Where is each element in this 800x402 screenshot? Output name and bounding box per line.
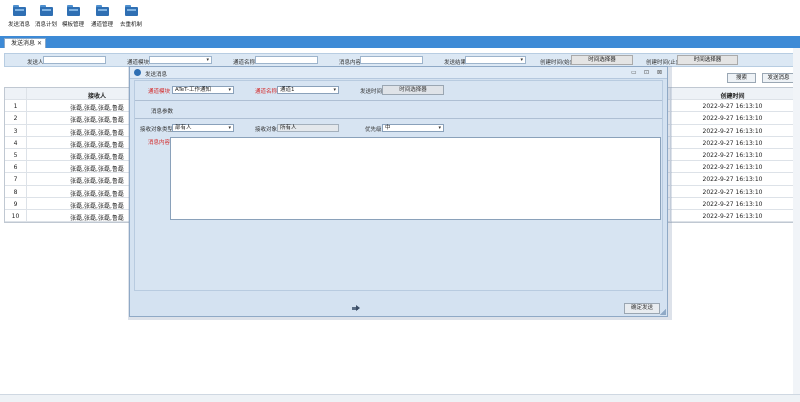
created-from-label: 创建时间(始) bbox=[540, 60, 572, 66]
dialog-title-bar[interactable]: 发送消息 ▭ ⊡ ⊠ bbox=[130, 67, 667, 79]
folder-icon bbox=[12, 5, 26, 16]
created-to-picker[interactable]: 时间选择器 bbox=[677, 55, 738, 65]
row-time: 2022-9-27 16:13:10 bbox=[702, 164, 763, 172]
priority-value: 中 bbox=[385, 125, 391, 131]
row-time: 2022-9-27 16:13:10 bbox=[702, 151, 763, 159]
channel-name-label: 通道名称 bbox=[233, 60, 256, 66]
vertical-scrollbar[interactable] bbox=[793, 48, 800, 394]
channel-module-label: 通道模块 bbox=[127, 60, 150, 66]
priority-label: 优先级 bbox=[365, 127, 382, 133]
row-index: 2 bbox=[13, 115, 18, 123]
receiver-field[interactable]: 所有人 bbox=[277, 124, 339, 132]
receiver-value: 所有人 bbox=[280, 125, 297, 131]
row-index: 4 bbox=[13, 139, 18, 147]
channel-module-select[interactable]: ▾ bbox=[149, 56, 212, 64]
filter-bar: 发送人 通道模块 ▾ 通道名称 消息内容 发送结果 ▾ 创建时间(始) 时间选择… bbox=[4, 53, 795, 67]
row-time: 2022-9-27 16:13:10 bbox=[702, 212, 763, 220]
folder-icon bbox=[66, 5, 80, 16]
folder-icon bbox=[124, 5, 138, 16]
confirm-send-button[interactable]: 确定发送 bbox=[624, 303, 660, 314]
receiver-type-select[interactable]: 部有人 ▾ bbox=[172, 124, 234, 132]
maximize-icon[interactable]: ⊡ bbox=[644, 69, 649, 76]
created-from-picker[interactable]: 时间选择器 bbox=[571, 55, 633, 65]
channel-name-value: 通道1 bbox=[280, 87, 295, 93]
tab-label: 发送消息 bbox=[11, 40, 36, 47]
channel-name-label: 通道名称 bbox=[255, 89, 278, 95]
row-index: 5 bbox=[13, 151, 18, 159]
content-label: 消息内容 bbox=[148, 140, 171, 146]
tab-send-message[interactable]: 发送消息 ✕ bbox=[4, 38, 46, 48]
channel-name-select[interactable]: 通道1 ▾ bbox=[277, 86, 339, 94]
row-time: 2022-9-27 16:13:10 bbox=[702, 127, 763, 135]
chevron-down-icon: ▾ bbox=[333, 87, 336, 93]
result-select[interactable]: ▾ bbox=[465, 56, 526, 64]
app-icon bbox=[134, 69, 141, 76]
toolbar-label: 去重机制 bbox=[119, 22, 142, 28]
search-button[interactable]: 搜索 bbox=[727, 73, 756, 83]
row-time: 2022-9-27 16:13:10 bbox=[702, 115, 763, 123]
row-time: 2022-9-27 16:13:10 bbox=[702, 188, 763, 196]
row-index: 6 bbox=[13, 164, 18, 172]
row-time: 2022-9-27 16:13:10 bbox=[702, 103, 763, 111]
close-icon[interactable]: ✕ bbox=[37, 39, 42, 49]
send-icon[interactable] bbox=[352, 305, 360, 311]
folder-icon bbox=[95, 5, 109, 16]
row-time: 2022-9-27 16:13:10 bbox=[702, 139, 763, 147]
content-input[interactable] bbox=[360, 56, 423, 64]
sender-input[interactable] bbox=[43, 56, 106, 64]
chevron-down-icon: ▾ bbox=[228, 87, 231, 93]
row-index: 7 bbox=[13, 176, 18, 184]
row-index: 9 bbox=[13, 200, 18, 208]
toolbar-channel-manage[interactable]: 通道管理 bbox=[86, 5, 118, 28]
column-divider bbox=[26, 88, 27, 223]
channel-name-input[interactable] bbox=[255, 56, 318, 64]
dialog-title: 发送消息 bbox=[145, 71, 168, 78]
minimize-icon[interactable]: ▭ bbox=[631, 69, 637, 76]
content-label: 消息内容 bbox=[339, 60, 362, 66]
channel-module-value: ATeT-工作通知 bbox=[175, 87, 211, 93]
toolbar-label: 模板管理 bbox=[61, 22, 84, 28]
sender-label: 发送人 bbox=[27, 60, 44, 66]
chevron-down-icon: ▾ bbox=[438, 125, 441, 131]
close-icon[interactable]: ⊠ bbox=[657, 69, 662, 76]
chevron-down-icon: ▾ bbox=[206, 57, 209, 63]
channel-module-select[interactable]: ATeT-工作通知 ▾ bbox=[172, 86, 234, 94]
row-time: 2022-9-27 16:13:10 bbox=[702, 200, 763, 208]
dialog-body: 通道模块 ATeT-工作通知 ▾ 通道名称 通道1 ▾ 发送时间 时间选择器 消… bbox=[134, 80, 663, 291]
folder-icon bbox=[39, 5, 53, 16]
content-textarea[interactable] bbox=[170, 137, 661, 220]
row-time: 2022-9-27 16:13:10 bbox=[702, 176, 763, 184]
result-label: 发送结果 bbox=[444, 60, 467, 66]
receiver-type-label: 接收对象类型 bbox=[140, 127, 174, 133]
created-time-header: 创建时间 bbox=[720, 93, 745, 100]
chevron-down-icon: ▾ bbox=[520, 57, 523, 63]
row-index: 10 bbox=[11, 212, 20, 220]
top-toolbar: 发送消息 消息计划 模板管理 通道管理 去重机制 bbox=[0, 0, 800, 34]
divider bbox=[135, 100, 662, 101]
toolbar-label: 通道管理 bbox=[90, 22, 113, 28]
receiver-label: 接收对象 bbox=[255, 127, 278, 133]
row-index: 3 bbox=[13, 127, 18, 135]
row-index: 1 bbox=[13, 103, 18, 111]
chevron-down-icon: ▾ bbox=[228, 125, 231, 131]
priority-select[interactable]: 中 ▾ bbox=[382, 124, 444, 132]
send-message-dialog: 发送消息 ▭ ⊡ ⊠ 通道模块 ATeT-工作通知 ▾ 通道名称 通道1 ▾ 发… bbox=[129, 66, 668, 317]
resize-handle[interactable] bbox=[660, 309, 666, 315]
send-time-label: 发送时间 bbox=[360, 89, 383, 95]
toolbar-template-manage[interactable]: 模板管理 bbox=[57, 5, 89, 28]
send-time-picker[interactable]: 时间选择器 bbox=[382, 85, 444, 95]
toolbar-dedupe[interactable]: 去重机制 bbox=[115, 5, 147, 28]
send-message-button[interactable]: 发送消息 bbox=[762, 73, 795, 83]
section-label: 消息参数 bbox=[151, 109, 174, 115]
created-to-label: 创建时间(止) bbox=[646, 60, 678, 66]
receiver-type-value: 部有人 bbox=[175, 125, 192, 131]
divider bbox=[135, 118, 662, 119]
tab-strip bbox=[0, 36, 800, 48]
row-index: 8 bbox=[13, 188, 18, 196]
channel-module-label: 通道模块 bbox=[148, 89, 171, 95]
